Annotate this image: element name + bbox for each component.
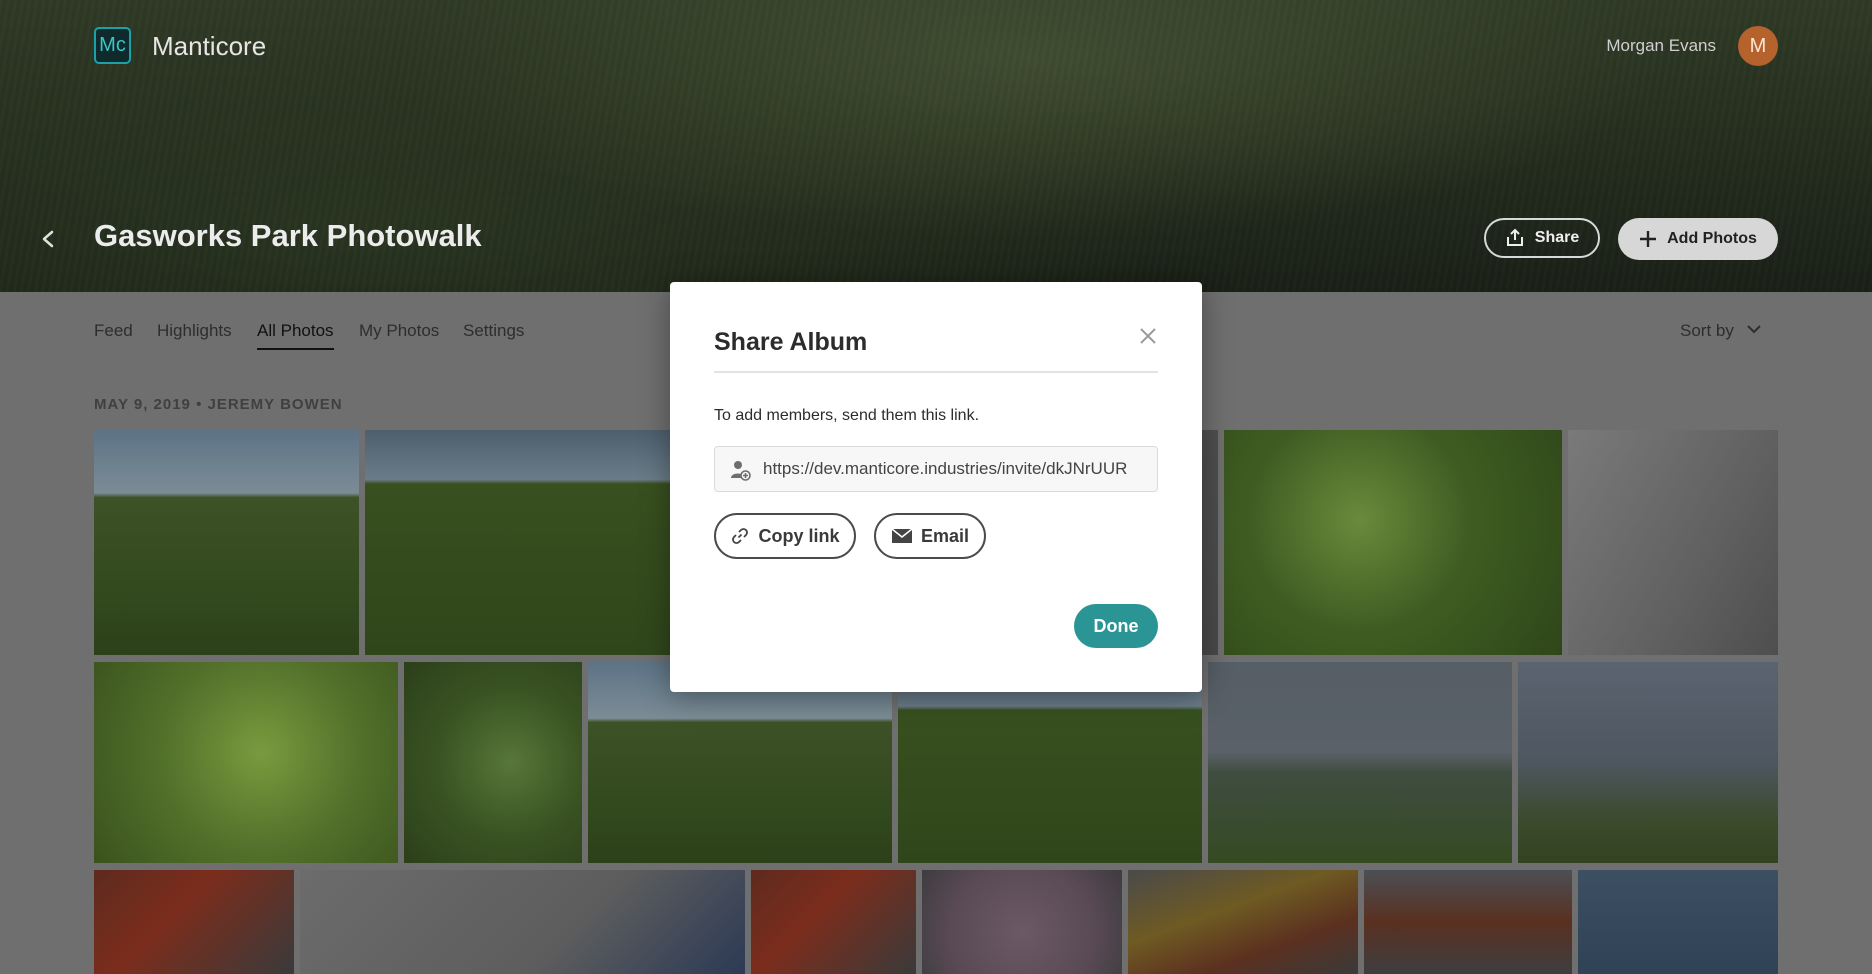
invite-link-field[interactable] bbox=[714, 446, 1158, 492]
share-album-dialog: Share Album To add members, send them th… bbox=[670, 282, 1202, 692]
add-photos-button[interactable]: Add Photos bbox=[1618, 218, 1778, 260]
invite-link-input[interactable] bbox=[763, 447, 1151, 491]
share-icon bbox=[1506, 228, 1523, 246]
tab-my-photos[interactable]: My Photos bbox=[359, 321, 439, 341]
dialog-description: To add members, send them this link. bbox=[714, 407, 980, 424]
photo-thumbnail[interactable] bbox=[588, 662, 892, 863]
photo-thumbnail[interactable] bbox=[1128, 870, 1358, 974]
photo-thumbnail[interactable] bbox=[751, 870, 916, 974]
add-photos-label: Add Photos bbox=[1667, 230, 1757, 247]
plus-icon bbox=[1640, 231, 1657, 247]
email-button[interactable]: Email bbox=[874, 513, 986, 559]
photo-thumbnail[interactable] bbox=[1224, 430, 1562, 655]
email-label: Email bbox=[920, 525, 970, 546]
photo-thumbnail[interactable] bbox=[1364, 870, 1572, 974]
photo-thumbnail[interactable] bbox=[1518, 662, 1778, 863]
sort-by-dropdown[interactable]: Sort by bbox=[1680, 321, 1734, 341]
chevron-left-icon bbox=[42, 230, 54, 248]
album-title: Gasworks Park Photowalk bbox=[94, 218, 482, 253]
user-name[interactable]: Morgan Evans bbox=[1606, 36, 1716, 56]
link-icon bbox=[732, 528, 749, 544]
dialog-divider bbox=[714, 371, 1158, 373]
app-logo[interactable]: Mc bbox=[94, 27, 131, 64]
photo-thumbnail[interactable] bbox=[365, 430, 670, 655]
share-button[interactable]: Share bbox=[1484, 218, 1600, 258]
photo-thumbnail[interactable] bbox=[94, 662, 398, 863]
photo-thumbnail[interactable] bbox=[898, 662, 1202, 863]
photo-thumbnail[interactable] bbox=[1568, 430, 1778, 655]
chevron-down-icon[interactable] bbox=[1746, 324, 1762, 334]
photo-thumbnail[interactable] bbox=[1208, 662, 1512, 863]
tab-feed[interactable]: Feed bbox=[94, 321, 133, 341]
date-author-label: MAY 9, 2019 • JEREMY BOWEN bbox=[94, 396, 343, 413]
photo-thumbnail[interactable] bbox=[922, 870, 1122, 974]
photo-thumbnail[interactable] bbox=[1578, 870, 1778, 974]
tab-highlights[interactable]: Highlights bbox=[157, 321, 232, 341]
tab-all-photos[interactable]: All Photos bbox=[257, 321, 334, 350]
back-button[interactable] bbox=[36, 224, 60, 254]
photo-thumbnail[interactable] bbox=[404, 662, 582, 863]
close-button[interactable] bbox=[1136, 324, 1160, 348]
envelope-icon bbox=[891, 528, 913, 543]
avatar[interactable]: M bbox=[1738, 26, 1778, 66]
copy-link-button[interactable]: Copy link bbox=[714, 513, 856, 559]
done-button[interactable]: Done bbox=[1074, 604, 1158, 648]
add-user-icon bbox=[731, 461, 751, 481]
share-label: Share bbox=[1534, 229, 1580, 246]
copy-link-label: Copy link bbox=[758, 525, 840, 546]
photo-thumbnail[interactable] bbox=[300, 870, 745, 974]
photo-thumbnail[interactable] bbox=[94, 870, 294, 974]
dialog-title: Share Album bbox=[714, 328, 868, 356]
app-name: Manticore bbox=[152, 31, 267, 61]
photo-thumbnail[interactable] bbox=[94, 430, 359, 655]
close-icon bbox=[1140, 328, 1156, 344]
tab-settings[interactable]: Settings bbox=[463, 321, 524, 341]
